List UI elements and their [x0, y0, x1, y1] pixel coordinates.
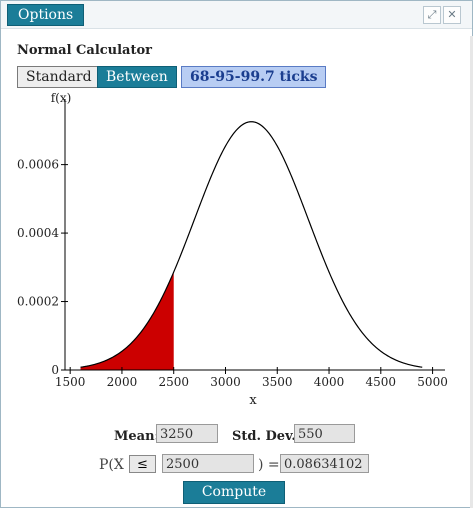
- probability-prefix: P(X: [99, 457, 124, 473]
- title-bar: Options ⤢ ✕: [1, 1, 472, 29]
- y-axis-label: f(x): [51, 91, 72, 105]
- sd-label: Std. Dev.:: [232, 429, 301, 444]
- x-tick-label: 5000: [417, 375, 448, 389]
- mean-label: Mean:: [114, 429, 160, 444]
- between-mode-button[interactable]: Between: [97, 66, 177, 88]
- x-tick-label: 1500: [55, 375, 86, 389]
- sd-input[interactable]: 550: [294, 424, 355, 443]
- probability-result: 0.08634102: [280, 454, 369, 473]
- x-tick-label: 2000: [107, 375, 138, 389]
- x-tick-label: 2500: [158, 375, 189, 389]
- y-tick-label: 0.0006: [17, 158, 59, 172]
- ticks-toggle-button[interactable]: 68-95-99.7 ticks: [181, 66, 327, 88]
- x-tick-label: 4500: [366, 375, 397, 389]
- operator-select[interactable]: ≤: [129, 455, 156, 473]
- options-button[interactable]: Options: [7, 4, 85, 26]
- y-tick-label: 0.0004: [17, 226, 59, 240]
- standard-mode-button[interactable]: Standard: [17, 66, 101, 88]
- shaded-area: [80, 272, 174, 370]
- x-value-input[interactable]: 2500: [162, 454, 254, 473]
- normal-distribution-chart: 00.00020.00040.00061500 2000 2500 3000 3500 4…: [17, 91, 448, 408]
- close-icon[interactable]: ✕: [443, 6, 461, 24]
- x-tick-label: 4000: [314, 375, 345, 389]
- compute-button[interactable]: Compute: [183, 481, 285, 504]
- probability-suffix: ) =: [258, 457, 280, 473]
- density-curve: [80, 121, 423, 368]
- options-window: Options ⤢ ✕ Normal Calculator Standard B…: [0, 0, 473, 508]
- x-tick-label: 3000: [210, 375, 241, 389]
- y-tick-label: 0.0002: [17, 295, 59, 309]
- x-axis-label: x: [249, 393, 257, 408]
- expand-icon[interactable]: ⤢: [423, 6, 441, 24]
- mean-input[interactable]: 3250: [156, 424, 218, 443]
- calculator-title: Normal Calculator: [17, 43, 153, 58]
- x-tick-label: 3500: [262, 375, 293, 389]
